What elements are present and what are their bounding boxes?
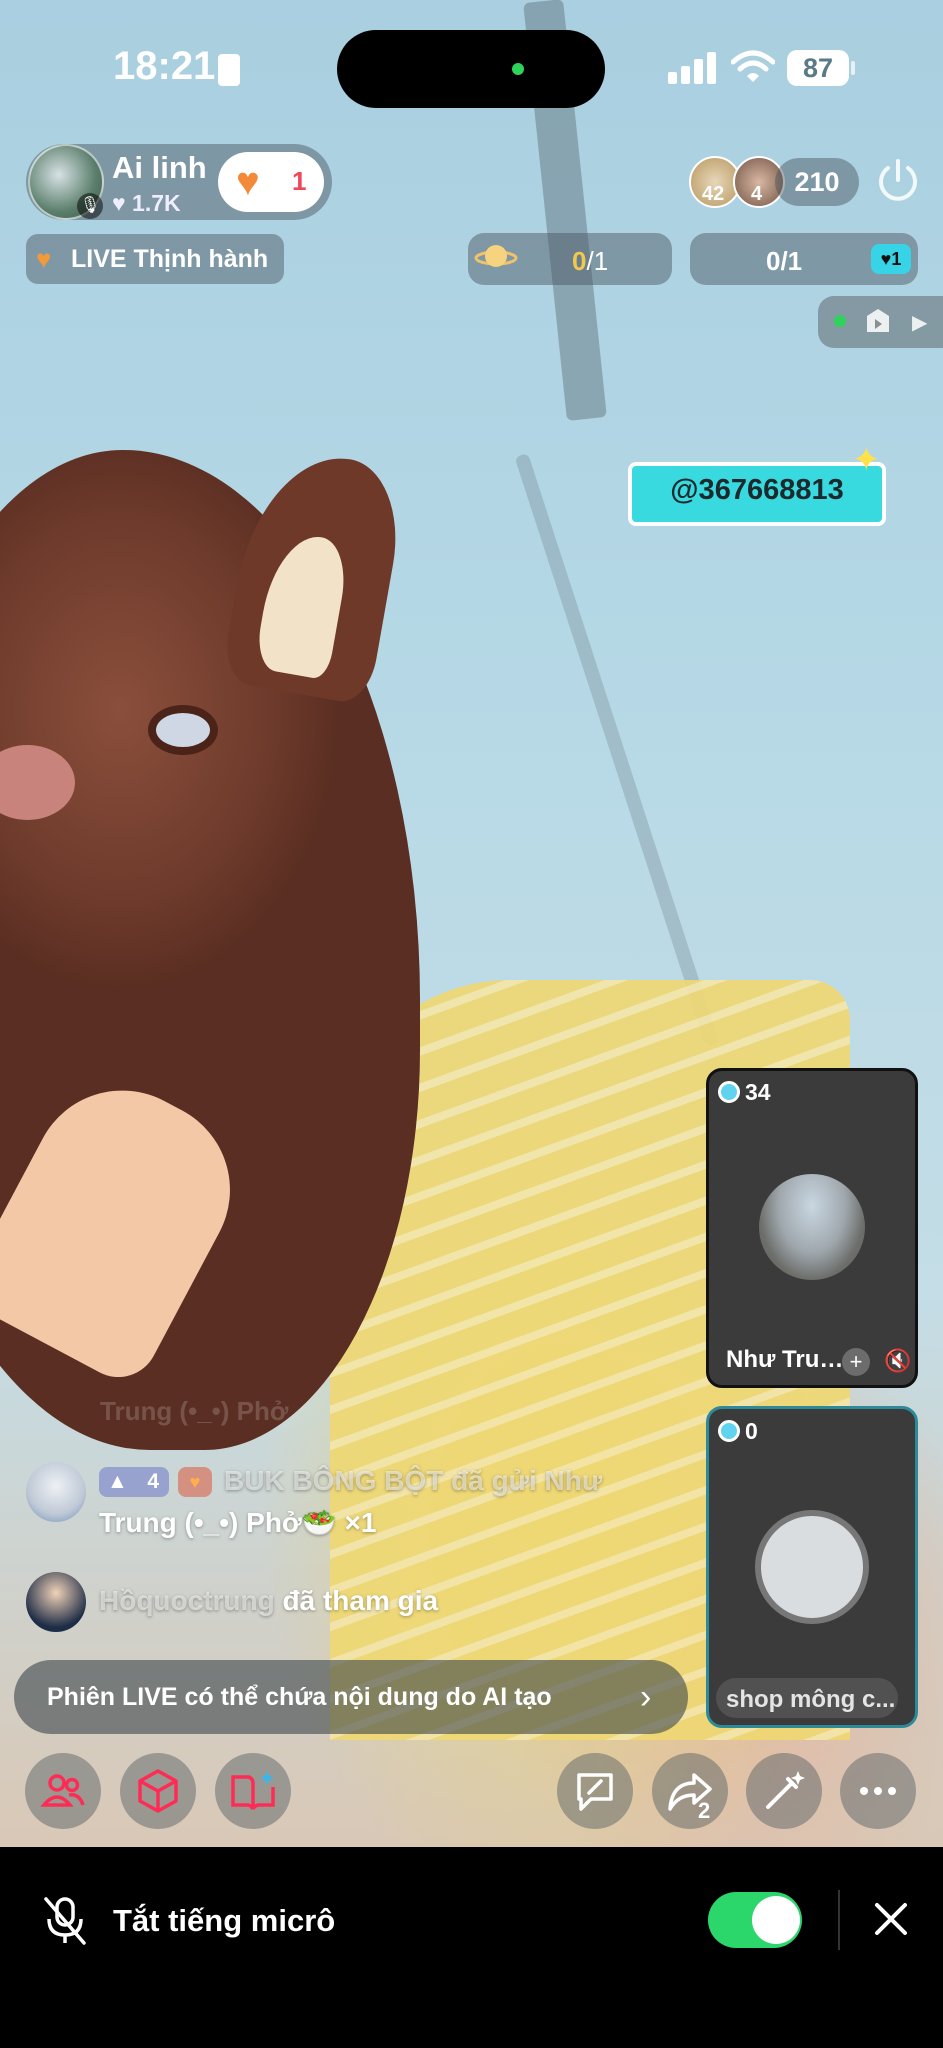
guest-avatar[interactable] [755, 1510, 869, 1624]
wall-crack [514, 453, 720, 1047]
mute-mic-label: Tắt tiếng micrô [113, 1903, 336, 1938]
book-icon [231, 1771, 275, 1810]
host-likes-count: 1.7K [132, 190, 181, 216]
sticker-text: @367668813 [670, 474, 844, 506]
mic-control-sheet [0, 1847, 943, 2048]
chat-message: Hồquoctrung đã tham gia [99, 1585, 439, 1616]
status-time: 18:21 [113, 44, 216, 88]
cube-icon [138, 1769, 178, 1813]
contact-card-icon [218, 54, 240, 86]
mic-off-icon [44, 1897, 86, 1945]
guest-name: Như Tru… [726, 1346, 844, 1373]
share-count: 2 [698, 1798, 711, 1823]
guest-avatar[interactable] [759, 1174, 865, 1280]
viewer-rank: 4 [751, 183, 763, 205]
guest-name: shop mông c... [726, 1686, 896, 1713]
heart-badge-icon: ♥1 [871, 244, 911, 274]
heart-icon: ♥ [112, 190, 133, 216]
planet-icon [474, 245, 518, 267]
viewer-rank: 42 [702, 183, 725, 205]
goal-progress: 0/1 [766, 246, 803, 276]
chat-avatar[interactable] [26, 1462, 86, 1522]
chat-message-cont: Trung (•_•) Phở🥗 ×1 [99, 1507, 377, 1538]
active-dot [834, 315, 846, 327]
chevron-right-icon: › [640, 1678, 652, 1716]
rank-arrow-icon: ▲ [107, 1470, 128, 1493]
chevron-right-icon: ▶ [912, 312, 928, 334]
heart-icon: ♥ [236, 160, 260, 204]
power-icon[interactable] [873, 156, 923, 206]
guest-score: 34 [745, 1079, 771, 1105]
viewer-count[interactable]: 210 [775, 158, 859, 206]
divider [838, 1890, 840, 1950]
dynamic-island [337, 30, 605, 108]
mic-muted-icon: 🎙 [77, 193, 103, 219]
camera-indicator-dot [512, 63, 524, 75]
wifi-icon [731, 50, 775, 82]
chat-username: Hồquoctrung [99, 1585, 275, 1616]
score-icon [718, 1420, 740, 1442]
score-icon [718, 1081, 740, 1103]
ai-notice-text: Phiên LIVE có thể chứa nội dung do AI tạ… [47, 1683, 552, 1711]
people-icon [40, 1774, 85, 1807]
trending-heart-icon: ♥ [36, 244, 52, 274]
add-guest-icon[interactable]: + [842, 1348, 870, 1376]
close-icon[interactable] [872, 1900, 910, 1938]
mic-muted-icon[interactable]: 🔇 [884, 1348, 911, 1374]
toggle-knob [752, 1896, 800, 1944]
chat-username: BUK BÔNG BỘT [224, 1465, 444, 1496]
follow-button[interactable] [218, 152, 324, 212]
trending-label: LIVE Thịnh hành [71, 245, 269, 273]
game-box-icon [867, 309, 889, 332]
fan-heart-icon: ♥ [178, 1467, 212, 1497]
sparkle-icon: ✦ [852, 441, 881, 479]
battery-indicator: 87 [787, 50, 849, 86]
cellular-signal-icon [668, 52, 716, 84]
guest-score: 0 [745, 1418, 758, 1444]
rank-badge: ▲ 4 [99, 1467, 169, 1497]
magic-wand-icon [766, 1771, 805, 1809]
follow-count: 1 [292, 166, 307, 196]
goal-progress: 0/1 [572, 246, 609, 276]
faded-chat-line: Trung (•_•) Phở [100, 1396, 289, 1426]
battery-tip [851, 61, 855, 75]
chat-pen-icon [577, 1773, 613, 1811]
chat-avatar[interactable] [26, 1572, 86, 1632]
chat-message: BUK BÔNG BỘT đã gửi Như [224, 1465, 603, 1496]
host-likes: ♥ 1.7K [112, 190, 181, 217]
host-name: Ai linh [112, 150, 207, 185]
dog-eye [148, 705, 218, 755]
more-icon [860, 1787, 896, 1795]
